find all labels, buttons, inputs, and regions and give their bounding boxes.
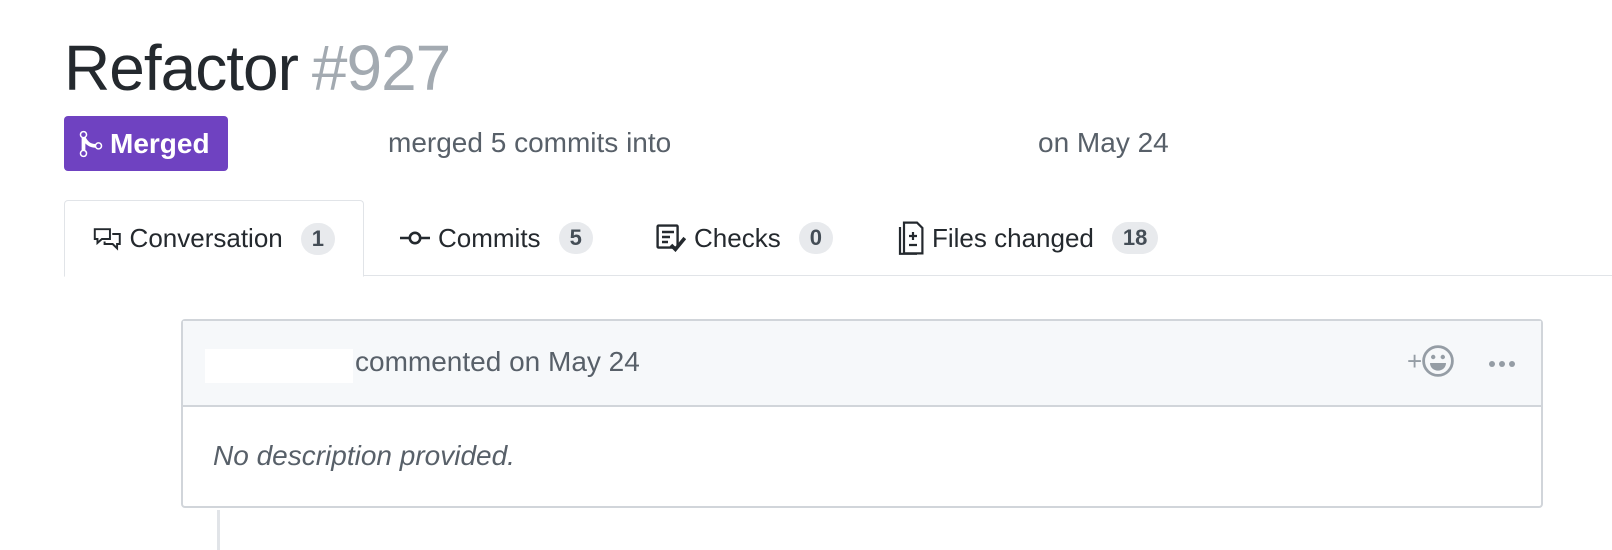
tab-conversation-label: Conversation <box>129 223 283 253</box>
kebab-horizontal-icon <box>1489 361 1515 367</box>
smiley-icon <box>1422 345 1454 377</box>
merge-date: on May 24 <box>1038 127 1169 158</box>
tab-commits-counter: 5 <box>558 222 593 254</box>
git-commit-icon <box>400 231 430 245</box>
tab-checks-label: Checks <box>694 222 781 253</box>
tab-checks[interactable]: Checks 0 <box>656 200 833 276</box>
tab-conversation[interactable]: Conversation 1 <box>64 200 364 277</box>
merged-status-badge: Merged <box>64 116 228 171</box>
tab-files-changed-label: Files changed <box>932 222 1094 253</box>
tab-commits[interactable]: Commits 5 <box>400 200 593 276</box>
comment-author[interactable] <box>205 349 353 383</box>
merge-description: merged 5 commits into <box>388 127 672 158</box>
git-merge-icon <box>79 130 103 157</box>
comment-action-text: commented on May 24 <box>355 346 640 377</box>
add-reaction-button[interactable]: + <box>1407 345 1454 377</box>
tab-files-changed[interactable]: Files changed 18 <box>898 200 1159 276</box>
comment-options-button[interactable] <box>1485 349 1519 379</box>
add-reaction-plus: + <box>1407 345 1423 376</box>
tab-conversation-counter: 1 <box>300 222 335 255</box>
pr-tabs: Conversation 1 Commits 5 Checks 0 Files … <box>64 200 1612 277</box>
comment-body: No description provided. <box>213 440 515 471</box>
comment-card: commented on May 24 + No description pro… <box>181 319 1543 508</box>
merged-status-label: Merged <box>110 127 210 159</box>
file-diff-icon <box>898 221 924 255</box>
checklist-icon <box>656 224 686 252</box>
timeline-line <box>217 510 220 550</box>
pr-meta: Merged merged 5 commits into on May 24 <box>64 116 1264 172</box>
pr-title-text: Refactor <box>64 32 299 104</box>
tab-files-changed-counter: 18 <box>1111 222 1159 254</box>
comment-header: commented on May 24 + <box>183 321 1541 407</box>
comment-discussion-icon <box>93 227 121 251</box>
pr-title: Refactor #927 <box>64 30 451 106</box>
tab-commits-label: Commits <box>438 222 541 253</box>
tab-checks-counter: 0 <box>798 222 833 254</box>
pr-number: #927 <box>311 32 451 104</box>
